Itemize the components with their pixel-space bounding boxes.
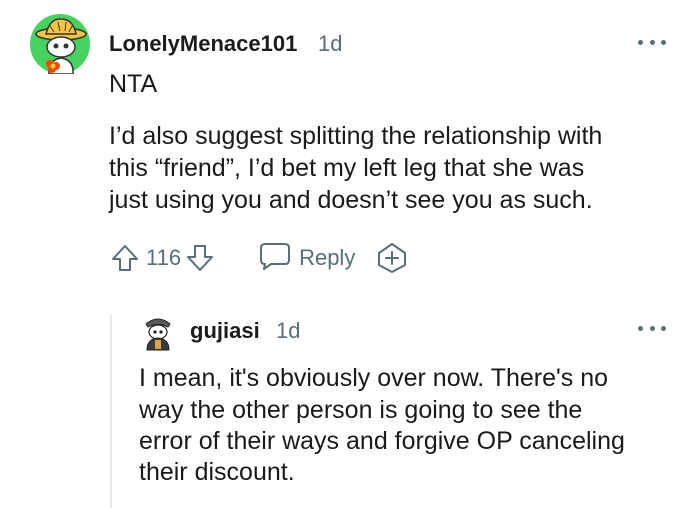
- reply-body-line: I mean, it's obviously over now. There's…: [139, 364, 609, 392]
- vote-score: 116: [146, 245, 182, 270]
- comment-body-line: NTA: [109, 70, 158, 98]
- award-plus-icon[interactable]: [375, 241, 409, 275]
- more-options-icon[interactable]: [638, 318, 666, 338]
- comment-action-bar: 116 Reply: [108, 240, 409, 276]
- comment-timestamp: 1d: [318, 31, 343, 56]
- downvote-arrow-icon[interactable]: [183, 241, 217, 275]
- comment-body-line: this “friend”, I’d bet my left leg that …: [109, 154, 585, 182]
- comment-body-line: just using you and doesn’t see you as su…: [109, 186, 593, 214]
- reply-label: Reply: [299, 245, 356, 270]
- reply-user-avatar[interactable]: [138, 312, 178, 352]
- speech-bubble-icon: [259, 241, 291, 276]
- comment-username[interactable]: LonelyMenace101: [109, 31, 297, 57]
- reply-button[interactable]: Reply: [259, 241, 355, 276]
- upvote-arrow-icon[interactable]: [108, 241, 142, 275]
- reply-body-line: their discount.: [139, 458, 295, 486]
- reply-body-line: error of their ways and forgive OP cance…: [139, 427, 625, 455]
- thread-line[interactable]: [110, 315, 112, 508]
- reply-timestamp: 1d: [276, 318, 301, 343]
- comment-body-line: I’d also suggest splitting the relations…: [109, 122, 603, 150]
- more-options-icon[interactable]: [638, 32, 666, 52]
- reply-body-line: way the other person is going to see the: [139, 396, 583, 424]
- reply-username[interactable]: gujiasi: [190, 318, 260, 344]
- user-avatar[interactable]: [30, 14, 90, 75]
- comment-thread: LonelyMenace101 1d NTA I’d also suggest …: [0, 0, 700, 508]
